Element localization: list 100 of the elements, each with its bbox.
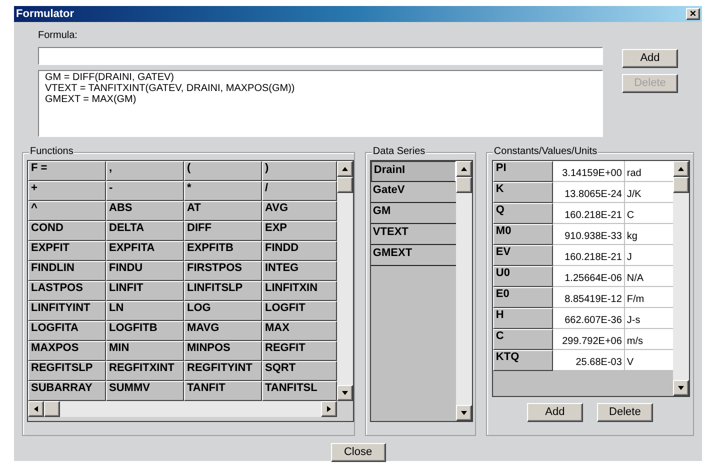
function-cell[interactable]: FIRSTPOS: [184, 261, 262, 281]
close-dialog-button[interactable]: Close: [330, 443, 386, 462]
formula-field[interactable]: [38, 47, 603, 65]
function-cell[interactable]: TANFITSL: [262, 381, 337, 401]
constant-unit-cell[interactable]: J: [624, 245, 673, 266]
function-cell[interactable]: MAXPOS: [28, 341, 106, 361]
constant-value-cell[interactable]: 25.68E-03: [552, 350, 625, 371]
series-item[interactable]: GM: [370, 203, 456, 224]
function-cell[interactable]: -: [106, 181, 184, 201]
function-cell[interactable]: LOG: [184, 301, 262, 321]
function-cell[interactable]: INTEG: [262, 261, 337, 281]
scroll-right-button[interactable]: [321, 401, 337, 417]
function-cell[interactable]: COND: [28, 221, 106, 241]
constant-unit-cell[interactable]: J/K: [624, 182, 673, 203]
scroll-up-button[interactable]: [672, 161, 689, 177]
scroll-thumb[interactable]: [672, 177, 689, 193]
formula-list[interactable]: GM = DIFF(DRAINI, GATEV) VTEXT = TANFITXINT(GATEV, DRAINI, MAXPOS(GM)) GMEXT = MAX(GM): [38, 70, 603, 137]
constant-name-cell[interactable]: U0: [492, 266, 553, 287]
constant-name-cell[interactable]: Q: [492, 203, 553, 224]
function-cell[interactable]: MAX: [262, 321, 337, 341]
constant-unit-cell[interactable]: J-s: [624, 308, 673, 329]
constant-name-cell[interactable]: K: [492, 182, 553, 203]
constant-unit-cell[interactable]: V: [624, 350, 673, 371]
series-item[interactable]: DrainI: [370, 161, 456, 182]
horizontal-scrollbar[interactable]: [28, 401, 337, 417]
vertical-scrollbar[interactable]: [672, 161, 689, 396]
constant-button[interactable]: Delete: [596, 403, 653, 422]
function-cell[interactable]: LINFITXIN: [262, 281, 337, 301]
constant-name-cell[interactable]: PI: [492, 161, 553, 182]
function-cell[interactable]: ^: [28, 201, 106, 221]
scroll-left-button[interactable]: [28, 401, 44, 417]
series-item[interactable]: GateV: [370, 182, 456, 203]
function-cell[interactable]: LOGFITB: [106, 321, 184, 341]
scroll-thumb[interactable]: [456, 177, 472, 193]
constant-value-cell[interactable]: 662.607E-36: [552, 308, 625, 329]
formula-line[interactable]: GM = DIFF(DRAINI, GATEV): [45, 72, 596, 83]
constant-value-cell[interactable]: 299.792E+06: [552, 329, 625, 350]
constant-value-cell[interactable]: 13.8065E-24: [552, 182, 625, 203]
function-cell[interactable]: LINFIT: [106, 281, 184, 301]
function-cell[interactable]: REGFITYINT: [184, 361, 262, 381]
function-cell[interactable]: MAVG: [184, 321, 262, 341]
constant-name-cell[interactable]: C: [492, 329, 553, 350]
constant-value-cell[interactable]: 910.938E-33: [552, 224, 625, 245]
constant-value-cell[interactable]: 160.218E-21: [552, 203, 625, 224]
function-cell[interactable]: ABS: [106, 201, 184, 221]
function-cell[interactable]: AT: [184, 201, 262, 221]
scroll-down-button[interactable]: [672, 380, 689, 396]
function-cell[interactable]: TANFIT: [184, 381, 262, 401]
function-cell[interactable]: LASTPOS: [28, 281, 106, 301]
constant-name-cell[interactable]: KTQ: [492, 350, 553, 371]
constant-unit-cell[interactable]: C: [624, 203, 673, 224]
function-cell[interactable]: MINPOS: [184, 341, 262, 361]
formula-line[interactable]: VTEXT = TANFITXINT(GATEV, DRAINI, MAXPOS(GM)): [45, 83, 596, 94]
scroll-down-button[interactable]: [456, 405, 472, 421]
function-cell[interactable]: LINFITSLP: [184, 281, 262, 301]
function-cell[interactable]: DELTA: [106, 221, 184, 241]
scroll-thumb[interactable]: [44, 401, 60, 417]
scroll-thumb[interactable]: [337, 177, 353, 193]
function-cell[interactable]: ): [262, 161, 337, 181]
formula-button[interactable]: Add: [622, 49, 678, 68]
constant-unit-cell[interactable]: F/m: [624, 287, 673, 308]
function-cell[interactable]: EXPFITB: [184, 241, 262, 261]
scroll-down-button[interactable]: [337, 385, 353, 401]
function-cell[interactable]: LINFITYINT: [28, 301, 106, 321]
function-cell[interactable]: MIN: [106, 341, 184, 361]
function-cell[interactable]: F =: [28, 161, 106, 181]
function-cell[interactable]: EXPFIT: [28, 241, 106, 261]
function-cell[interactable]: *: [184, 181, 262, 201]
constant-unit-cell[interactable]: N/A: [624, 266, 673, 287]
function-cell[interactable]: AVG: [262, 201, 337, 221]
constant-name-cell[interactable]: M0: [492, 224, 553, 245]
function-cell[interactable]: EXP: [262, 221, 337, 241]
function-cell[interactable]: LOGFITA: [28, 321, 106, 341]
formula-line[interactable]: GMEXT = MAX(GM): [45, 94, 596, 105]
function-cell[interactable]: SUBARRAY: [28, 381, 106, 401]
function-cell[interactable]: LN: [106, 301, 184, 321]
function-cell[interactable]: REGFITSLP: [28, 361, 106, 381]
constant-value-cell[interactable]: 3.14159E+00: [552, 161, 625, 182]
constant-value-cell[interactable]: 1.25664E-06: [552, 266, 625, 287]
constant-value-cell[interactable]: 160.218E-21: [552, 245, 625, 266]
function-cell[interactable]: +: [28, 181, 106, 201]
vertical-scrollbar[interactable]: [337, 161, 353, 401]
function-cell[interactable]: LOGFIT: [262, 301, 337, 321]
series-item[interactable]: GMEXT: [370, 245, 456, 266]
function-cell[interactable]: REGFIT: [262, 341, 337, 361]
series-item[interactable]: VTEXT: [370, 224, 456, 245]
function-cell[interactable]: FINDLIN: [28, 261, 106, 281]
function-cell[interactable]: /: [262, 181, 337, 201]
function-cell[interactable]: EXPFITA: [106, 241, 184, 261]
function-cell[interactable]: SQRT: [262, 361, 337, 381]
data-series-list[interactable]: DrainI GateV GM VTEXT GMEXT: [370, 160, 473, 422]
function-cell[interactable]: SUMMV: [106, 381, 184, 401]
constant-name-cell[interactable]: EV: [492, 245, 553, 266]
function-cell[interactable]: FINDU: [106, 261, 184, 281]
vertical-scrollbar[interactable]: [456, 161, 472, 421]
constant-name-cell[interactable]: E0: [492, 287, 553, 308]
constant-unit-cell[interactable]: rad: [624, 161, 673, 182]
function-cell[interactable]: REGFITXINT: [106, 361, 184, 381]
scroll-up-button[interactable]: [337, 161, 353, 177]
constant-value-cell[interactable]: 8.85419E-12: [552, 287, 625, 308]
